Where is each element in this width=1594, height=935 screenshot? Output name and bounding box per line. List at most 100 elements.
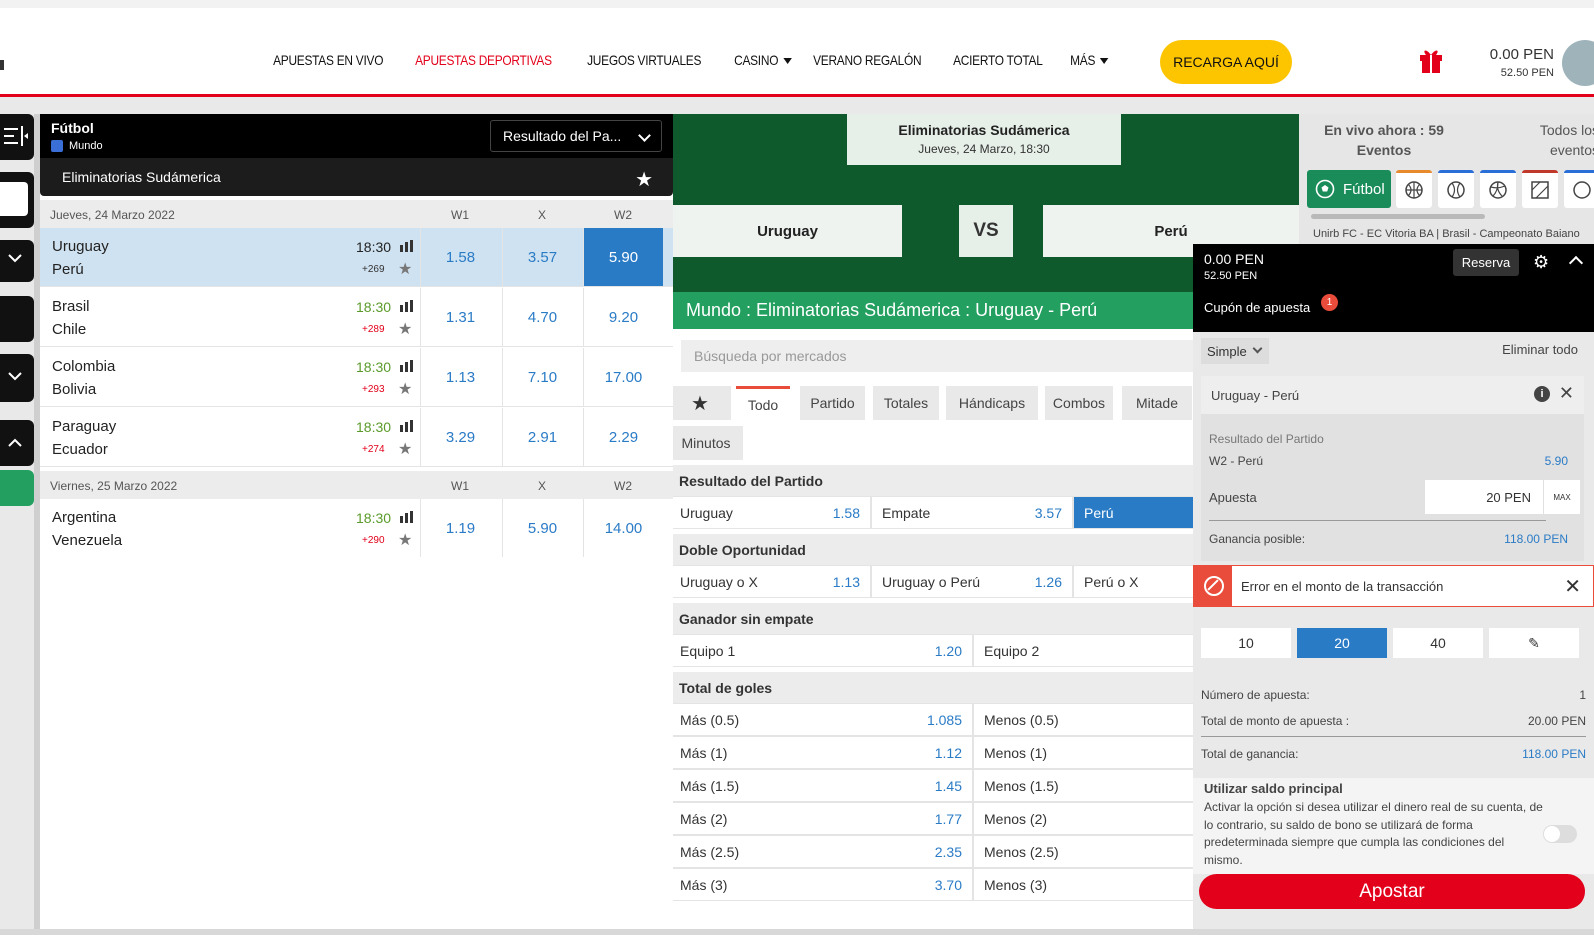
stats-icon[interactable] — [400, 511, 414, 523]
star-icon[interactable]: ★ — [398, 379, 412, 399]
odd-w2[interactable]: 5.90 — [583, 228, 663, 286]
odd-w2[interactable]: 9.20 — [583, 288, 663, 346]
tab-handicaps[interactable]: Hándicaps — [946, 386, 1038, 420]
star-icon[interactable]: ★ — [398, 319, 412, 339]
market-outcome[interactable]: Uruguay 1.58 — [673, 496, 871, 529]
sidebar-collapse[interactable] — [0, 420, 34, 466]
tab-minutos[interactable]: Minutos — [673, 426, 743, 460]
edit-quick-stakes-button[interactable]: ✎ — [1489, 628, 1579, 658]
odd-w1[interactable]: 3.29 — [420, 408, 500, 466]
market-outcome[interactable]: Más (3) 3.70 — [673, 868, 973, 901]
logo-fragment[interactable] — [0, 60, 4, 70]
sidebar-green-button[interactable] — [0, 470, 34, 506]
tab-favorites[interactable]: ★ — [673, 386, 731, 420]
tab-combos[interactable]: Combos — [1045, 386, 1113, 420]
max-stake-button[interactable]: MAX — [1544, 480, 1580, 514]
quick-stake-10[interactable]: 10 — [1201, 628, 1291, 658]
reserve-button[interactable]: Reserva — [1453, 249, 1519, 276]
tab-totales[interactable]: Totales — [873, 386, 939, 420]
sidebar-search-input[interactable] — [0, 182, 28, 216]
sport-chip-more[interactable] — [1564, 170, 1594, 208]
sport-chip-volleyball[interactable] — [1480, 170, 1516, 208]
nav-item-verano-regalon[interactable]: VERANO REGALÓN — [808, 52, 926, 68]
star-icon[interactable]: ★ — [398, 259, 412, 279]
odd-w2[interactable]: 14.00 — [583, 499, 663, 557]
bet-type-select[interactable]: Simple — [1201, 338, 1269, 364]
sidebar-dropdown-1[interactable] — [0, 240, 34, 282]
sidebar-search-box[interactable] — [0, 172, 34, 228]
market-outcome[interactable]: Más (1) 1.12 — [673, 736, 973, 769]
stats-icon[interactable] — [400, 360, 414, 372]
sport-chips-scrollbar[interactable] — [1311, 214, 1485, 219]
star-icon[interactable]: ★ — [398, 530, 412, 550]
odd-x[interactable]: 2.91 — [502, 408, 582, 466]
gear-icon[interactable]: ⚙ — [1533, 252, 1549, 273]
league-header[interactable]: Eliminatorias Sudámerica ★ — [40, 158, 673, 196]
use-main-balance-toggle[interactable] — [1543, 825, 1577, 843]
market-outcome[interactable]: Empate 3.57 — [871, 496, 1073, 529]
info-icon[interactable]: i — [1534, 386, 1550, 402]
more-markets-count[interactable]: +269 — [362, 264, 385, 275]
stats-icon[interactable] — [400, 420, 414, 432]
more-markets-count[interactable]: +289 — [362, 324, 385, 335]
market-outcome[interactable]: Más (1.5) 1.45 — [673, 769, 973, 802]
live-event-ticker[interactable]: Unirb FC - EC Vitoria BA | Brasil - Camp… — [1313, 228, 1580, 240]
recharge-button[interactable]: RECARGA AQUÍ — [1160, 40, 1292, 84]
odd-w2[interactable]: 2.29 — [583, 408, 663, 466]
quick-stake-40[interactable]: 40 — [1393, 628, 1483, 658]
stats-icon[interactable] — [400, 240, 414, 252]
account-balance[interactable]: 0.00 PEN 52.50 PEN — [1474, 46, 1554, 79]
odd-x[interactable]: 4.70 — [502, 288, 582, 346]
market-type-select[interactable]: Resultado del Pa... — [490, 120, 662, 152]
avatar[interactable] — [1562, 40, 1594, 86]
nav-item-casino[interactable]: CASINO — [729, 52, 797, 68]
close-icon[interactable]: ✕ — [1559, 383, 1574, 404]
more-markets-count[interactable]: +274 — [362, 444, 385, 455]
clear-all-button[interactable]: Eliminar todo — [1502, 342, 1578, 357]
sidebar-toggle-button[interactable] — [0, 114, 34, 160]
more-markets-count[interactable]: +293 — [362, 384, 385, 395]
nav-item-apuestas-en-vivo[interactable]: APUESTAS EN VIVO — [268, 52, 388, 68]
stats-icon[interactable] — [400, 300, 414, 312]
quick-stake-20[interactable]: 20 — [1297, 628, 1387, 658]
odd-w1[interactable]: 1.19 — [420, 499, 500, 557]
market-outcome[interactable]: Uruguay o Perú 1.26 — [871, 565, 1073, 598]
sport-chip-other[interactable] — [1522, 170, 1558, 208]
odd-x[interactable]: 7.10 — [502, 348, 582, 406]
match-row[interactable]: Colombia Bolivia 18:30 +293 ★ 1.13 7.10 … — [40, 348, 673, 407]
sidebar-dropdown-2[interactable] — [0, 354, 34, 402]
coupon-label[interactable]: Cupón de apuesta — [1204, 300, 1310, 315]
gift-icon[interactable] — [1418, 46, 1444, 74]
match-row[interactable]: Argentina Venezuela 18:30 +290 ★ 1.19 5.… — [40, 499, 673, 558]
odd-w1[interactable]: 1.31 — [420, 288, 500, 346]
odd-w2[interactable]: 17.00 — [583, 348, 663, 406]
market-outcome[interactable]: Más (0.5) 1.085 — [673, 703, 973, 736]
sport-chip-futbol[interactable]: Fútbol — [1307, 170, 1391, 208]
chevron-up-icon[interactable] — [1568, 255, 1584, 271]
odd-x[interactable]: 5.90 — [502, 499, 582, 557]
odd-x[interactable]: 3.57 — [502, 228, 582, 286]
match-row[interactable]: Brasil Chile 18:30 +289 ★ 1.31 4.70 9.20 — [40, 288, 673, 347]
nav-item-apuestas-deportivas[interactable]: APUESTAS DEPORTIVAS — [410, 52, 557, 68]
sport-chip-tennis[interactable] — [1438, 170, 1474, 208]
match-row[interactable]: Uruguay Perú 18:30 +269 ★ 1.58 3.57 5.90 — [40, 228, 673, 287]
stake-input[interactable]: 20 PEN — [1425, 480, 1543, 514]
sidebar-block[interactable] — [0, 296, 34, 342]
nav-item-acierto-total[interactable]: ACIERTO TOTAL — [948, 52, 1048, 68]
market-search-input[interactable]: Búsqueda por mercados — [681, 340, 1241, 372]
place-bet-button[interactable]: Apostar — [1199, 874, 1585, 909]
market-outcome[interactable]: Uruguay o X 1.13 — [673, 565, 871, 598]
star-icon[interactable]: ★ — [635, 167, 653, 192]
more-markets-count[interactable]: +290 — [362, 535, 385, 546]
nav-item-juegos-virtuales[interactable]: JUEGOS VIRTUALES — [582, 52, 706, 68]
star-icon[interactable]: ★ — [398, 439, 412, 459]
close-icon[interactable]: ✕ — [1564, 574, 1581, 599]
tab-mitades[interactable]: Mitade — [1122, 386, 1192, 420]
market-outcome[interactable]: Equipo 1 1.20 — [673, 634, 973, 667]
odd-w1[interactable]: 1.13 — [420, 348, 500, 406]
market-outcome[interactable]: Más (2.5) 2.35 — [673, 835, 973, 868]
nav-item-mas[interactable]: MÁS — [1065, 52, 1114, 68]
sport-chip-basketball[interactable] — [1396, 170, 1432, 208]
market-outcome[interactable]: Más (2) 1.77 — [673, 802, 973, 835]
tab-todo[interactable]: Todo — [736, 386, 790, 420]
